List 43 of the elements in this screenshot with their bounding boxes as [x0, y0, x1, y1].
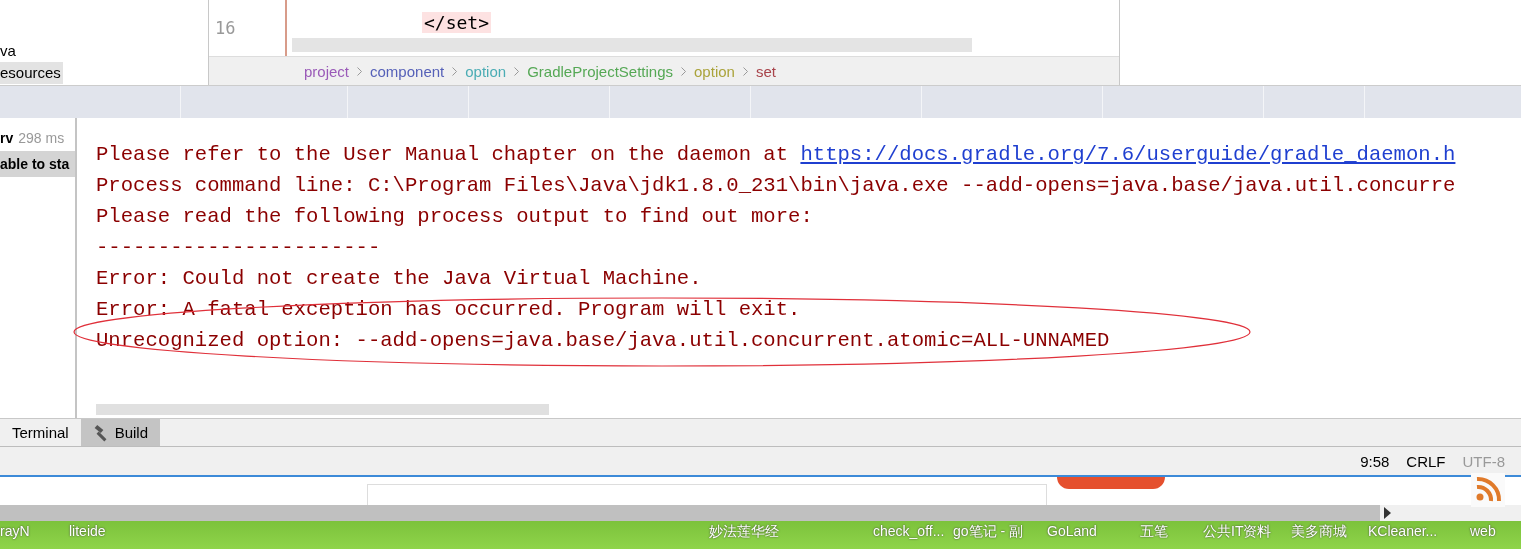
cursor-position[interactable]: 9:58	[1360, 452, 1390, 470]
taskbar-item[interactable]: 妙法莲华经	[709, 521, 873, 549]
scrollbar[interactable]	[0, 505, 1521, 521]
breadcrumb[interactable]: GradleProjectSettings	[527, 62, 674, 80]
rss-icon[interactable]	[1471, 473, 1505, 507]
taskbar-item[interactable]: check_off...	[873, 521, 953, 549]
breadcrumb[interactable]: set	[755, 62, 776, 80]
tool-tab[interactable]: Build	[80, 419, 161, 446]
line-separator[interactable]: CRLF	[1406, 452, 1446, 470]
tree-item[interactable]: va	[0, 40, 18, 62]
taskbar-item[interactable]: rayN	[0, 521, 69, 549]
chevron-icon	[357, 66, 363, 76]
docs-link[interactable]: https://docs.gradle.org/7.6/userguide/gradle_daemon.h	[800, 143, 1456, 166]
chevron-icon	[452, 66, 458, 76]
file-encoding[interactable]: UTF-8	[1462, 452, 1505, 470]
chevron-icon	[742, 66, 748, 76]
console-line: Unrecognized option: --add-opens=java.base/java.util.concurrent.atomic=ALL-UNNAMED	[96, 328, 1111, 354]
build-tree-item[interactable]: able to sta	[0, 151, 75, 177]
chevron-icon	[514, 66, 520, 76]
build-tree-item[interactable]: rv 298 ms	[0, 125, 75, 151]
tree-item[interactable]: esources	[0, 62, 63, 84]
breadcrumb[interactable]: component	[370, 62, 445, 80]
taskbar-item[interactable]: 公共IT资料	[1203, 521, 1291, 549]
taskbar-item[interactable]: KCleaner...	[1368, 521, 1470, 549]
taskbar-item[interactable]: 美多商城	[1291, 521, 1368, 549]
console-line: Please refer to the User Manual chapter on the daemon at https://docs.gradle.org/7.6/userguide/gradle_daemon.h	[96, 142, 1457, 168]
taskbar-item[interactable]: go笔记 - 副	[953, 521, 1047, 549]
chevron-icon	[681, 66, 687, 76]
breadcrumb[interactable]: project	[304, 62, 350, 80]
taskbar-item[interactable]: 五笔	[1140, 521, 1203, 549]
breadcrumb[interactable]: option	[694, 62, 735, 80]
scrollbar[interactable]	[96, 404, 549, 415]
console-line: Error: Could not create the Java Virtual Machine.	[96, 266, 703, 292]
console-line: Process command line: C:\Program Files\Java\jdk1.8.0_231\bin\java.exe --add-opens=java.base/java.util.concurre	[96, 173, 1457, 199]
taskbar-item[interactable]: web	[1470, 521, 1521, 549]
breadcrumb[interactable]: option	[465, 62, 507, 80]
tool-tab[interactable]: Terminal	[0, 419, 81, 446]
console-line: Please read the following process output to find out more:	[96, 204, 814, 230]
console-line: -----------------------	[96, 235, 382, 261]
line-number: 16	[215, 18, 237, 38]
taskbar-item[interactable]: GoLand	[1047, 521, 1140, 549]
action-button[interactable]	[1057, 477, 1165, 489]
taskbar-item[interactable]: liteide	[69, 521, 709, 549]
